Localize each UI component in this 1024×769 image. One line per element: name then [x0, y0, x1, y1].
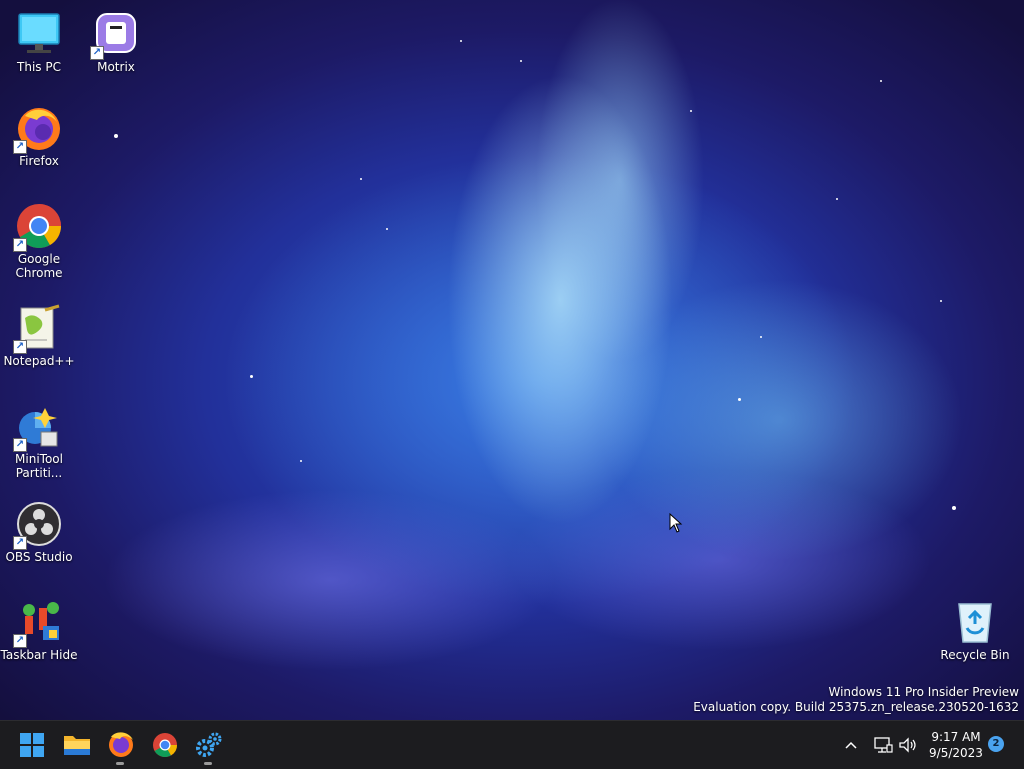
shortcut-arrow-icon: ↗ — [90, 46, 104, 60]
evaluation-watermark: Windows 11 Pro Insider Preview Evaluatio… — [693, 685, 1019, 715]
shortcut-arrow-icon: ↗ — [13, 438, 27, 452]
taskbar-chrome-button[interactable] — [147, 727, 183, 763]
tray-volume-button[interactable] — [897, 735, 919, 755]
desktop-icon-label: Taskbar Hide — [0, 648, 78, 662]
motrix-icon: ↗ — [90, 10, 140, 60]
running-indicator — [204, 762, 212, 765]
desktop-icon-minitool-partition[interactable]: ↗ MiniTool Partiti... — [0, 402, 78, 480]
star — [940, 300, 942, 302]
star — [520, 60, 522, 62]
notepadplusplus-icon: ↗ — [13, 304, 63, 354]
running-indicator — [116, 762, 124, 765]
watermark-build: Evaluation copy. Build 25375.zn_release.… — [693, 700, 1019, 714]
computer-icon — [15, 10, 63, 58]
clock-date: 9/5/2023 — [929, 746, 983, 760]
mouse-pointer-icon — [669, 513, 683, 533]
desktop-icon-label: OBS Studio — [5, 550, 73, 564]
chrome-icon: ↗ — [13, 202, 63, 252]
star — [460, 40, 462, 42]
desktop-icon-taskbar-hide[interactable]: ↗ Taskbar Hide — [0, 598, 78, 662]
minitool-icon: ↗ — [13, 402, 63, 452]
shortcut-arrow-icon: ↗ — [13, 634, 27, 648]
star — [738, 398, 741, 401]
star — [300, 460, 302, 462]
desktop-icon-motrix[interactable]: ↗ Motrix — [77, 10, 155, 74]
windows-start-icon — [20, 733, 44, 757]
tray-network-button[interactable] — [872, 735, 894, 755]
network-icon — [874, 737, 893, 753]
taskbar-firefox-button[interactable] — [103, 727, 139, 765]
star — [690, 110, 692, 112]
star — [880, 80, 882, 82]
taskbar-start-button[interactable] — [14, 727, 50, 763]
taskbar-clock[interactable]: 9:17 AM 9/5/2023 — [925, 729, 987, 761]
desktop-icon-notepadplusplus[interactable]: ↗ Notepad++ — [0, 304, 78, 368]
speaker-icon — [899, 737, 916, 753]
firefox-icon — [109, 732, 133, 757]
shortcut-arrow-icon: ↗ — [13, 536, 27, 550]
desktop-icon-this-pc[interactable]: This PC — [0, 10, 78, 74]
star — [250, 375, 253, 378]
desktop-icon-label: Google Chrome — [15, 252, 63, 280]
desktop-icon-firefox[interactable]: ↗ Firefox — [0, 104, 78, 168]
chrome-icon — [153, 733, 177, 758]
shortcut-arrow-icon: ↗ — [13, 140, 27, 154]
tray-overflow-button[interactable] — [840, 735, 862, 755]
shortcut-arrow-icon: ↗ — [13, 340, 27, 354]
desktop-wallpaper[interactable]: This PC ↗ Motrix ↗ Firefox ↗ Google Chro… — [0, 0, 1024, 720]
desktop-icon-label: This PC — [17, 60, 61, 74]
star — [114, 134, 118, 138]
firefox-icon: ↗ — [13, 104, 63, 154]
desktop-icon-google-chrome[interactable]: ↗ Google Chrome — [0, 202, 78, 280]
notification-count-badge[interactable]: 2 — [988, 736, 1004, 752]
taskbar-file-explorer-button[interactable] — [59, 727, 95, 763]
desktop-icon-label: Recycle Bin — [940, 648, 1010, 662]
star — [360, 178, 362, 180]
star — [836, 198, 838, 200]
watermark-edition: Windows 11 Pro Insider Preview — [828, 685, 1019, 699]
desktop-icon-recycle-bin[interactable]: Recycle Bin — [936, 598, 1014, 662]
clock-time: 9:17 AM — [931, 730, 981, 744]
taskbar: 9:17 AM 9/5/2023 — [0, 720, 1024, 769]
desktop-icon-label: Motrix — [97, 60, 135, 74]
star — [952, 506, 956, 510]
recycle-bin-icon — [951, 598, 999, 646]
obs-icon: ↗ — [13, 500, 63, 550]
shortcut-arrow-icon: ↗ — [13, 238, 27, 252]
taskbar-hide-icon: ↗ — [13, 598, 63, 648]
chevron-up-icon — [845, 741, 857, 749]
star — [386, 228, 388, 230]
gears-icon — [196, 732, 222, 757]
star — [760, 336, 762, 338]
desktop-icon-label: Firefox — [19, 154, 59, 168]
taskbar-settings-button[interactable] — [191, 727, 227, 765]
desktop-icon-obs-studio[interactable]: ↗ OBS Studio — [0, 500, 78, 564]
desktop-icon-label: MiniTool Partiti... — [15, 452, 63, 480]
folder-icon — [64, 736, 90, 755]
desktop-icon-label: Notepad++ — [3, 354, 75, 368]
